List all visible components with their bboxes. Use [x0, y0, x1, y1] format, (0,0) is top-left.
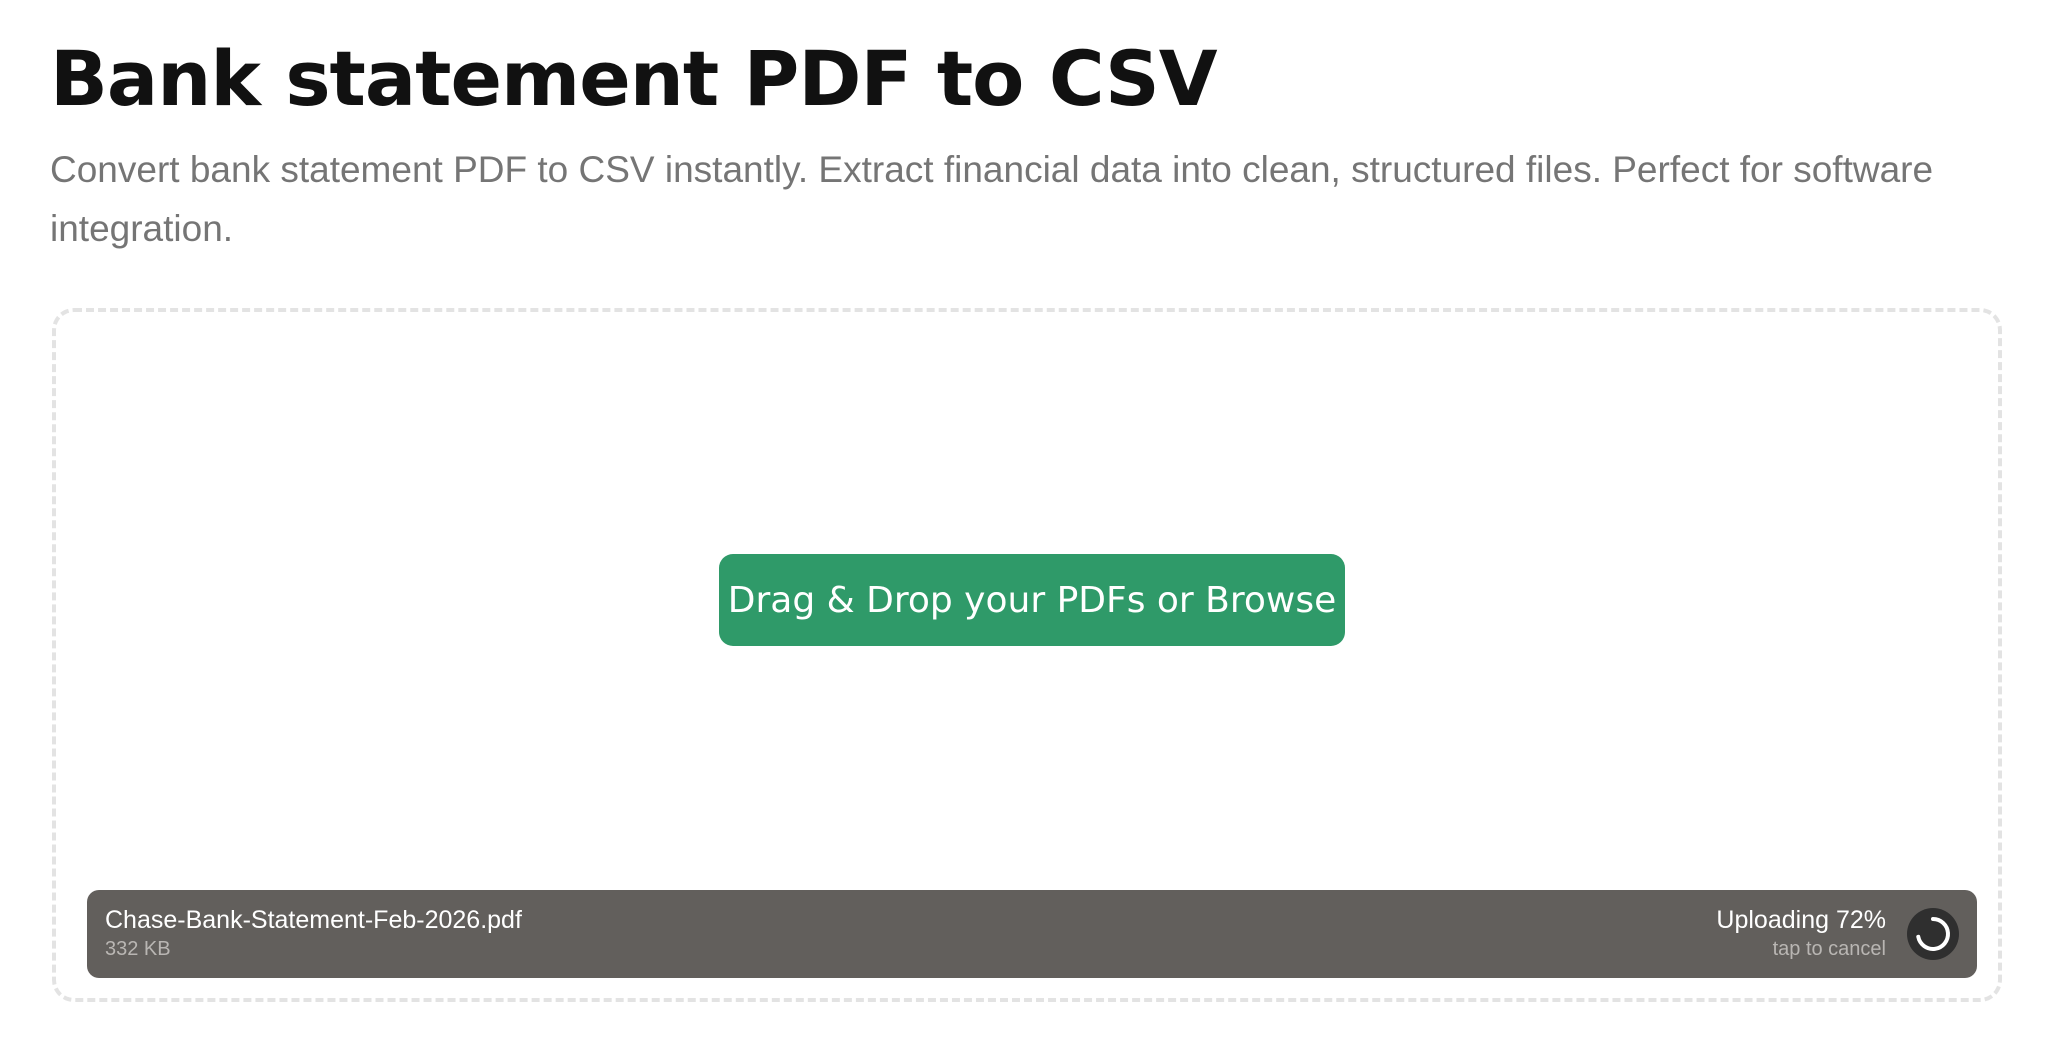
loading-spinner-icon[interactable] — [1907, 908, 1959, 960]
cancel-hint: tap to cancel — [1772, 938, 1886, 960]
upload-item[interactable]: Chase-Bank-Statement-Feb-2026.pdf 332 KB… — [87, 890, 1977, 978]
file-name: Chase-Bank-Statement-Feb-2026.pdf — [105, 906, 522, 934]
file-size: 332 KB — [105, 938, 171, 960]
browse-button[interactable]: Drag & Drop your PDFs or Browse — [719, 554, 1345, 646]
upload-status: Uploading 72% — [1716, 906, 1886, 934]
page-subtitle: Convert bank statement PDF to CSV instan… — [50, 149, 1934, 249]
page-title: Bank statement PDF to CSV — [50, 34, 1218, 123]
